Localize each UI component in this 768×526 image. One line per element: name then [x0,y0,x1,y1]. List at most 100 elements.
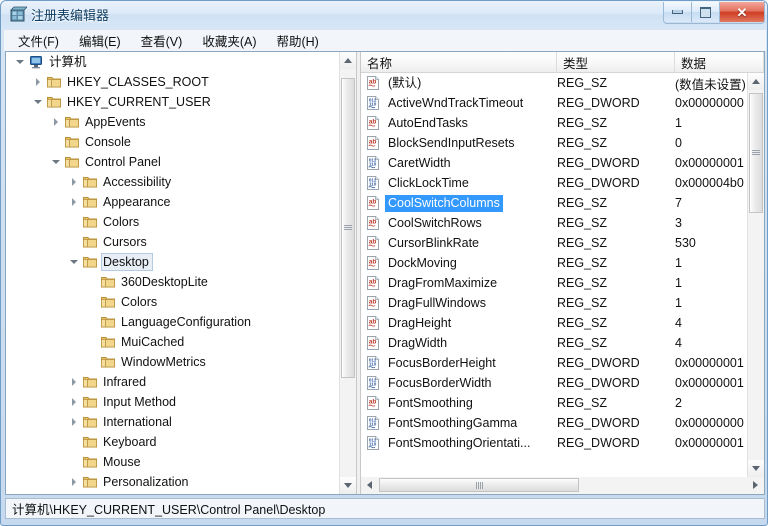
list-hscroll-thumb[interactable] [379,478,579,492]
value-name-cell[interactable]: abCoolSwitchRows [365,213,485,233]
column-type[interactable]: 类型 [557,52,675,72]
registry-value-row[interactable]: 011110FontSmoothingOrientati...REG_DWORD… [361,433,747,453]
tree-node-appevents[interactable]: AppEvents [6,112,337,132]
registry-value-row[interactable]: abDockMovingREG_SZ1 [361,253,747,273]
tree-node-personalization[interactable]: Personalization [6,472,337,492]
value-name-cell[interactable]: abCursorBlinkRate [365,233,482,253]
tree-scroll-down-button[interactable] [340,477,356,494]
tree-node-keyboard[interactable]: Keyboard [6,432,337,452]
tree-scroll-thumb[interactable] [341,78,355,378]
column-data[interactable]: 数据 [675,52,764,72]
expand-arrow-icon[interactable] [66,194,82,210]
expand-arrow-icon[interactable] [66,474,82,490]
list-scroll-left-button[interactable] [361,477,378,493]
tree-node-colors[interactable]: Colors [6,212,337,232]
collapse-arrow-icon[interactable] [48,154,64,170]
registry-value-row[interactable]: abDragFromMaximizeREG_SZ1 [361,273,747,293]
value-name-cell[interactable]: 011110ClickLockTime [365,173,472,193]
value-name-cell[interactable]: abDragFullWindows [365,293,489,313]
registry-value-row[interactable]: abAutoEndTasksREG_SZ1 [361,113,747,133]
expand-arrow-icon[interactable] [66,414,82,430]
tree-node-mouse[interactable]: Mouse [6,452,337,472]
collapse-arrow-icon[interactable] [12,54,28,70]
registry-value-row[interactable]: 011110FocusBorderWidthREG_DWORD0x0000000… [361,373,747,393]
registry-value-row[interactable]: abCoolSwitchColumnsREG_SZ7 [361,193,747,213]
collapse-arrow-icon[interactable] [30,94,46,110]
tree-node-colors[interactable]: Colors [6,292,337,312]
list-scroll-down-button[interactable] [748,460,764,477]
value-name-cell[interactable]: abDragHeight [365,313,454,333]
registry-values-list[interactable]: ab(默认)REG_SZ(数值未设置)011110ActiveWndTrackT… [361,73,747,477]
value-name-cell[interactable]: abAutoEndTasks [365,113,471,133]
value-name-cell[interactable]: abBlockSendInputResets [365,133,517,153]
registry-value-row[interactable]: 011110CaretWidthREG_DWORD0x00000001 (1 [361,153,747,173]
tree-node-accessibility[interactable]: Accessibility [6,172,337,192]
menu-help[interactable]: 帮助(H) [268,29,326,52]
registry-value-row[interactable]: abFontSmoothingREG_SZ2 [361,393,747,413]
collapse-arrow-icon[interactable] [66,254,82,270]
title-bar[interactable]: 注册表编辑器 ✕ [1,1,768,29]
value-name-cell[interactable]: abDockMoving [365,253,460,273]
registry-value-row[interactable]: abDragHeightREG_SZ4 [361,313,747,333]
registry-value-row[interactable]: 011110ActiveWndTrackTimeoutREG_DWORD0x00… [361,93,747,113]
tree-node-languageconfiguration[interactable]: LanguageConfiguration [6,312,337,332]
value-name-cell[interactable]: ab(默认) [365,73,424,93]
menu-favorites[interactable]: 收藏夹(A) [194,29,264,52]
list-scroll-thumb[interactable] [749,93,763,213]
tree-node-muicached[interactable]: MuiCached [6,332,337,352]
tree-node-windowmetrics[interactable]: WindowMetrics [6,352,337,372]
tree-node-infrared[interactable]: Infrared [6,372,337,392]
value-name-cell[interactable]: 011110ActiveWndTrackTimeout [365,93,526,113]
menu-file[interactable]: 文件(F) [10,29,67,52]
expand-arrow-icon[interactable] [66,374,82,390]
value-name-cell[interactable]: 011110CaretWidth [365,153,454,173]
tree-node-hkey-current-user[interactable]: HKEY_CURRENT_USER [6,92,337,112]
registry-value-row[interactable]: 011110FocusBorderHeightREG_DWORD0x000000… [361,353,747,373]
minimize-button[interactable] [664,2,692,22]
string-value-icon: ab [365,195,381,211]
registry-value-row[interactable]: abCoolSwitchRowsREG_SZ3 [361,213,747,233]
tree-node-360desktoplite[interactable]: 360DesktopLite [6,272,337,292]
list-horizontal-scrollbar[interactable] [361,477,764,494]
tree-node-cursors[interactable]: Cursors [6,232,337,252]
tree-node-console[interactable]: Console [6,132,337,152]
menu-edit[interactable]: 编辑(E) [71,29,129,52]
close-button[interactable]: ✕ [720,2,764,22]
tree-scroll-up-button[interactable] [340,52,356,69]
tree-node-input-method[interactable]: Input Method [6,392,337,412]
registry-value-row[interactable]: 011110ClickLockTimeREG_DWORD0x000004b0 (… [361,173,747,193]
list-scroll-up-button[interactable] [748,73,764,90]
list-scroll-right-button[interactable] [747,477,764,493]
registry-value-row[interactable]: 011110FontSmoothingGammaREG_DWORD0x00000… [361,413,747,433]
value-type-cell: REG_SZ [557,213,607,233]
registry-value-row[interactable]: abCursorBlinkRateREG_SZ530 [361,233,747,253]
tree-node-appearance[interactable]: Appearance [6,192,337,212]
expand-arrow-icon[interactable] [66,174,82,190]
tree-vertical-scrollbar[interactable] [339,52,356,494]
column-name[interactable]: 名称 [361,52,557,72]
value-name-cell[interactable]: 011110FocusBorderWidth [365,373,495,393]
registry-value-row[interactable]: abDragWidthREG_SZ4 [361,333,747,353]
tree-node-desktop[interactable]: Desktop [6,252,337,272]
tree-node-control-panel[interactable]: Control Panel [6,152,337,172]
expand-arrow-icon[interactable] [30,74,46,90]
registry-value-row[interactable]: abBlockSendInputResetsREG_SZ0 [361,133,747,153]
value-name-cell[interactable]: 011110FocusBorderHeight [365,353,499,373]
value-name-cell[interactable]: 011110FontSmoothingOrientati... [365,433,533,453]
expand-arrow-icon[interactable] [48,114,64,130]
expand-arrow-icon[interactable] [66,394,82,410]
tree-node--[interactable]: 计算机 [6,52,337,72]
tree-node-hkey-classes-root[interactable]: HKEY_CLASSES_ROOT [6,72,337,92]
menu-view[interactable]: 查看(V) [133,29,191,52]
tree-node-international[interactable]: International [6,412,337,432]
registry-value-row[interactable]: abDragFullWindowsREG_SZ1 [361,293,747,313]
registry-tree[interactable]: 计算机HKEY_CLASSES_ROOTHKEY_CURRENT_USERApp… [6,52,337,494]
value-name-cell[interactable]: abFontSmoothing [365,393,476,413]
value-name-cell[interactable]: 011110FontSmoothingGamma [365,413,520,433]
list-vertical-scrollbar[interactable] [747,73,764,477]
registry-value-row[interactable]: ab(默认)REG_SZ(数值未设置) [361,73,747,93]
value-name-cell[interactable]: abDragFromMaximize [365,273,500,293]
value-name-cell[interactable]: abDragWidth [365,333,450,353]
value-name-cell[interactable]: abCoolSwitchColumns [365,193,503,213]
maximize-button[interactable] [692,2,720,22]
